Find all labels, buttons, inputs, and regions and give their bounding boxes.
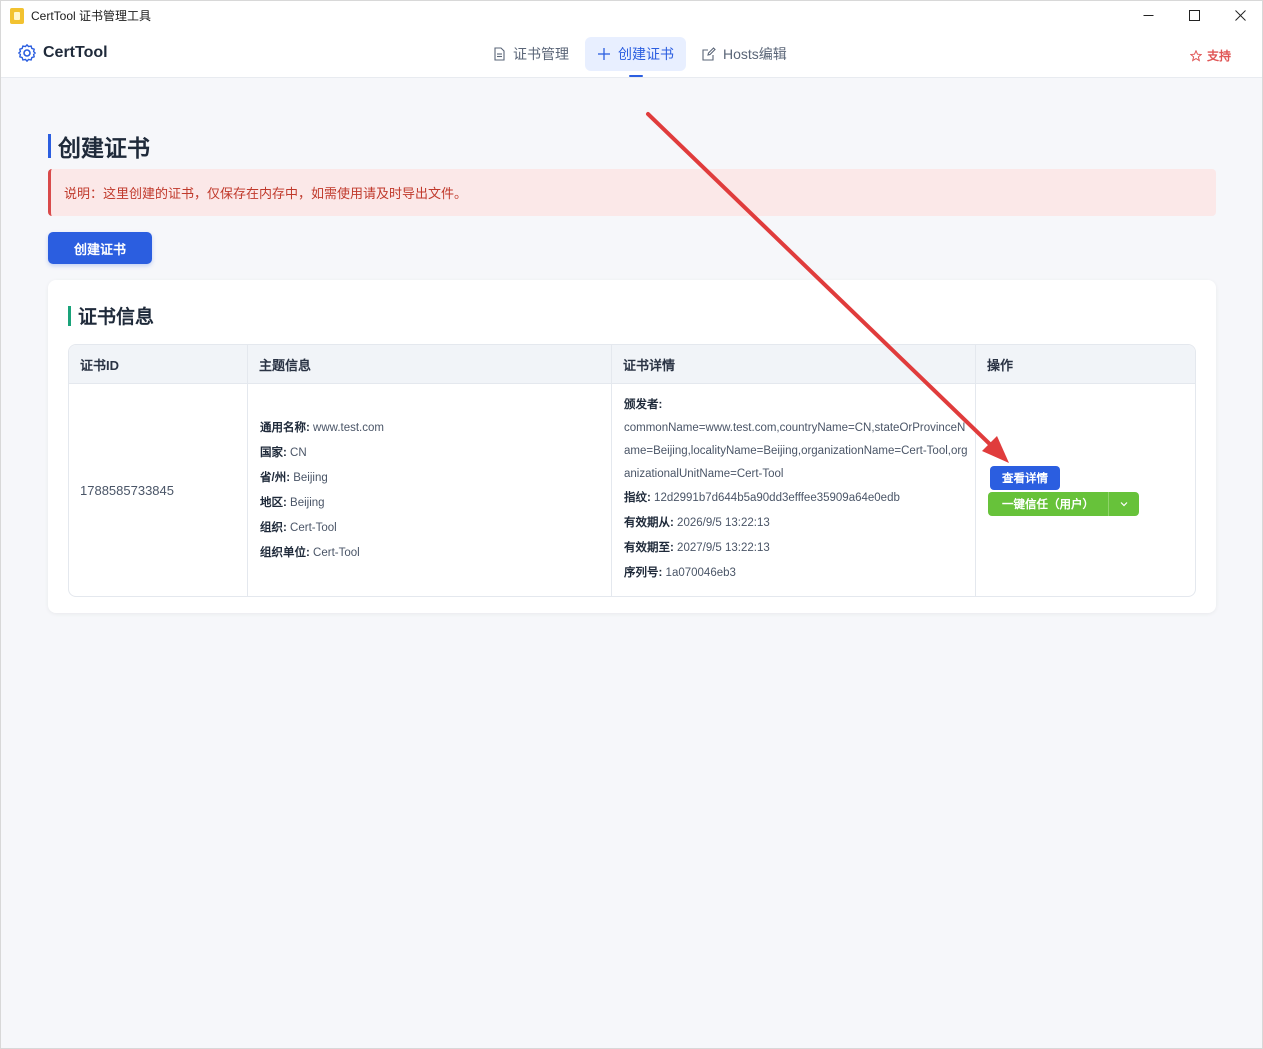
subject-country: 国家: CN — [260, 447, 307, 459]
detail-fingerprint: 指纹: 12d2991b7d644b5a90dd3efffee35909a64e… — [624, 492, 900, 504]
close-button[interactable] — [1217, 0, 1263, 31]
details-list: 颁发者: commonName=www.test.com,countryName… — [624, 394, 969, 586]
trust-user-button[interactable]: 一键信任（用户） — [988, 492, 1108, 516]
close-icon — [1234, 10, 1246, 21]
edit-icon — [702, 47, 716, 61]
subject-state: 省/州: Beijing — [260, 472, 328, 484]
subject-locality: 地区: Beijing — [260, 497, 325, 509]
section-title: 证书信息 — [78, 307, 155, 328]
trust-button-group: 一键信任（用户） — [988, 492, 1139, 516]
main-nav: 证书管理 创建证书 Hosts编辑 — [480, 37, 799, 77]
minimize-icon — [1143, 15, 1153, 16]
tab-hosts-edit[interactable]: Hosts编辑 — [690, 37, 799, 71]
cert-id: 1788585733845 — [80, 483, 174, 498]
section-title-block: 证书信息 — [68, 302, 154, 329]
detail-serial: 序列号: 1a070046eb3 — [624, 567, 736, 579]
info-notice: 说明：这里创建的证书，仅保存在内存中，如需使用请及时导出文件。 — [48, 169, 1216, 216]
brand[interactable]: CertTool — [17, 43, 108, 63]
cell-actions: 查看详情 一键信任（用户） — [976, 384, 1195, 596]
notice-text: 说明：这里创建的证书，仅保存在内存中，如需使用请及时导出文件。 — [64, 186, 468, 201]
cell-cert-id: 1788585733845 — [69, 384, 248, 596]
trust-dropdown-button[interactable] — [1108, 492, 1139, 516]
detail-valid-from: 有效期从: 2026/9/5 13:22:13 — [624, 517, 770, 529]
page-title-block: 创建证书 — [48, 133, 150, 161]
brand-name: CertTool — [43, 44, 108, 61]
maximize-icon — [1188, 10, 1200, 21]
column-header-id: 证书ID — [69, 345, 248, 384]
star-icon — [1189, 49, 1202, 62]
tab-label: 创建证书 — [618, 46, 674, 62]
minimize-button[interactable] — [1125, 0, 1171, 31]
create-cert-button[interactable]: 创建证书 — [48, 232, 152, 264]
window-titlebar: CertTool 证书管理工具 — [0, 0, 1263, 31]
page-title: 创建证书 — [58, 135, 150, 161]
issuer-label: 颁发者: — [624, 399, 663, 411]
cell-subject: 通用名称: www.test.com 国家: CN 省/州: Beijing 地… — [248, 384, 612, 596]
table-header: 证书ID 主题信息 证书详情 操作 — [69, 345, 1195, 384]
cert-info-card: 证书信息 证书ID 主题信息 证书详情 操作 1788585733845 通用名… — [48, 280, 1216, 613]
maximize-button[interactable] — [1171, 0, 1217, 31]
chevron-down-icon — [1120, 502, 1128, 507]
subject-org-unit: 组织单位: Cert-Tool — [260, 547, 360, 559]
support-label: 支持 — [1206, 49, 1231, 63]
window-controls — [1125, 0, 1263, 31]
app-header: CertTool 证书管理 创建证书 Hosts编辑 支持 — [0, 31, 1263, 78]
subject-common-name: 通用名称: www.test.com — [260, 422, 384, 434]
cell-details: 颁发者: commonName=www.test.com,countryName… — [612, 384, 976, 596]
subject-organization: 组织: Cert-Tool — [260, 522, 337, 534]
tab-create-cert[interactable]: 创建证书 — [585, 37, 686, 77]
column-header-actions: 操作 — [987, 358, 1014, 373]
tab-label: 证书管理 — [513, 46, 569, 62]
column-header-subject: 主题信息 — [248, 345, 612, 384]
document-icon — [494, 47, 505, 61]
tab-cert-management[interactable]: 证书管理 — [480, 37, 581, 71]
column-header-details: 证书详情 — [612, 345, 976, 384]
app-icon — [10, 7, 24, 24]
gear-icon — [18, 44, 36, 62]
window-title: CertTool 证书管理工具 — [31, 9, 152, 23]
plus-icon — [598, 48, 610, 60]
detail-valid-to: 有效期至: 2027/9/5 13:22:13 — [624, 542, 770, 554]
view-details-button[interactable]: 查看详情 — [990, 466, 1060, 490]
title-accent-bar — [48, 134, 51, 158]
cert-table: 证书ID 主题信息 证书详情 操作 1788585733845 通用名称: ww… — [68, 344, 1196, 597]
issuer-value: commonName=www.test.com,countryName=CN,s… — [624, 422, 968, 480]
tab-label: Hosts编辑 — [723, 46, 787, 62]
support-link[interactable]: 支持 — [1189, 47, 1231, 64]
subject-list: 通用名称: www.test.com 国家: CN 省/州: Beijing 地… — [260, 416, 384, 566]
section-accent-bar — [68, 305, 71, 326]
